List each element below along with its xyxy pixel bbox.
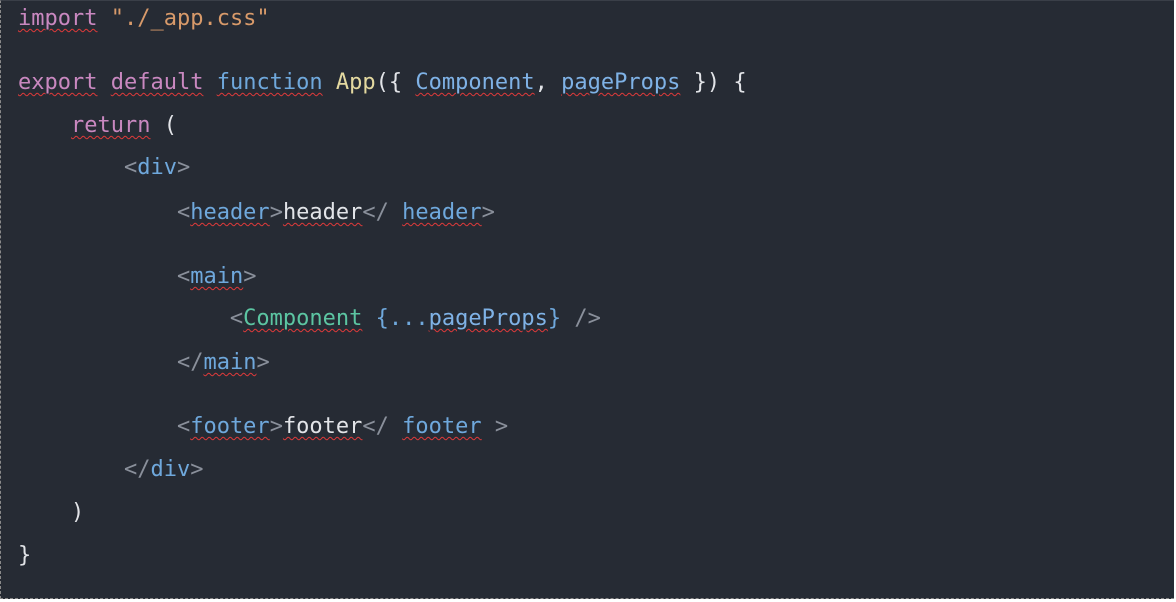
- code-token: <: [176, 414, 191, 439]
- spellcheck-flagged-token: main: [203, 350, 257, 375]
- code-line[interactable]: <div>: [18, 153, 190, 183]
- spellcheck-flagged-token: main: [190, 264, 244, 289]
- spellcheck-flagged-token: header: [282, 200, 363, 225]
- code-token: <: [229, 306, 244, 331]
- code-line[interactable]: <main>: [18, 262, 256, 292]
- spellcheck-flagged-token: Component: [243, 306, 363, 331]
- code-token: />: [561, 306, 601, 331]
- code-token: <: [176, 200, 191, 225]
- code-token: }: [547, 306, 562, 331]
- spellcheck-flagged-token: pageProps: [561, 70, 681, 95]
- code-token: App: [335, 70, 376, 95]
- code-token: (: [150, 113, 177, 138]
- code-token: div: [137, 155, 177, 180]
- code-token: "./_app.css": [110, 6, 270, 31]
- code-token: >: [269, 200, 283, 225]
- code-token: }: [18, 543, 32, 568]
- code-token: ): [70, 500, 85, 525]
- code-token: >: [481, 200, 495, 225]
- code-line[interactable]: <footer>footer</ footer >: [18, 412, 508, 442]
- code-line[interactable]: return (: [18, 111, 177, 141]
- code-token: ,: [534, 70, 562, 95]
- code-token: }) {: [680, 70, 747, 95]
- code-token: {...: [375, 306, 429, 331]
- code-token: </: [362, 414, 403, 439]
- spellcheck-flagged-token: footer: [282, 414, 363, 439]
- code-token: >: [269, 414, 283, 439]
- spellcheck-flagged-token: import: [18, 6, 98, 31]
- code-line[interactable]: }: [18, 541, 31, 571]
- code-token: >: [481, 414, 509, 439]
- code-token: >: [190, 457, 204, 482]
- code-line[interactable]: <Component {...pageProps} />: [18, 304, 601, 334]
- code-token: </: [176, 350, 204, 375]
- code-token: >: [256, 350, 270, 375]
- spellcheck-flagged-token: header: [402, 200, 482, 225]
- code-token: >: [243, 264, 257, 289]
- code-token: </: [123, 457, 151, 482]
- spellcheck-flagged-token: footer: [190, 414, 270, 439]
- code-token: div: [150, 457, 191, 482]
- code-token: ({: [375, 70, 416, 95]
- code-line[interactable]: </main>: [18, 348, 270, 378]
- code-line[interactable]: ): [18, 498, 84, 528]
- code-token: <: [123, 155, 138, 180]
- code-line[interactable]: <header>header</ header>: [18, 198, 495, 228]
- spellcheck-flagged-token: Component: [415, 70, 535, 95]
- code-token: >: [176, 155, 191, 180]
- spellcheck-flagged-token: function: [216, 70, 323, 95]
- code-line[interactable]: import "./_app.css": [18, 4, 270, 34]
- code-line[interactable]: export default function App({ Component,…: [18, 68, 747, 98]
- code-line[interactable]: </div>: [18, 455, 204, 485]
- code-token: </: [362, 200, 403, 225]
- spellcheck-flagged-token: return: [70, 113, 151, 138]
- spellcheck-flagged-token: export: [18, 70, 98, 95]
- code-token: <: [176, 264, 191, 289]
- spellcheck-flagged-token: default: [110, 70, 204, 95]
- code-editor[interactable]: import "./_app.css"export default functi…: [0, 0, 1174, 599]
- spellcheck-flagged-token: header: [190, 200, 270, 225]
- spellcheck-flagged-token: pageProps: [428, 306, 548, 331]
- spellcheck-flagged-token: footer: [402, 414, 482, 439]
